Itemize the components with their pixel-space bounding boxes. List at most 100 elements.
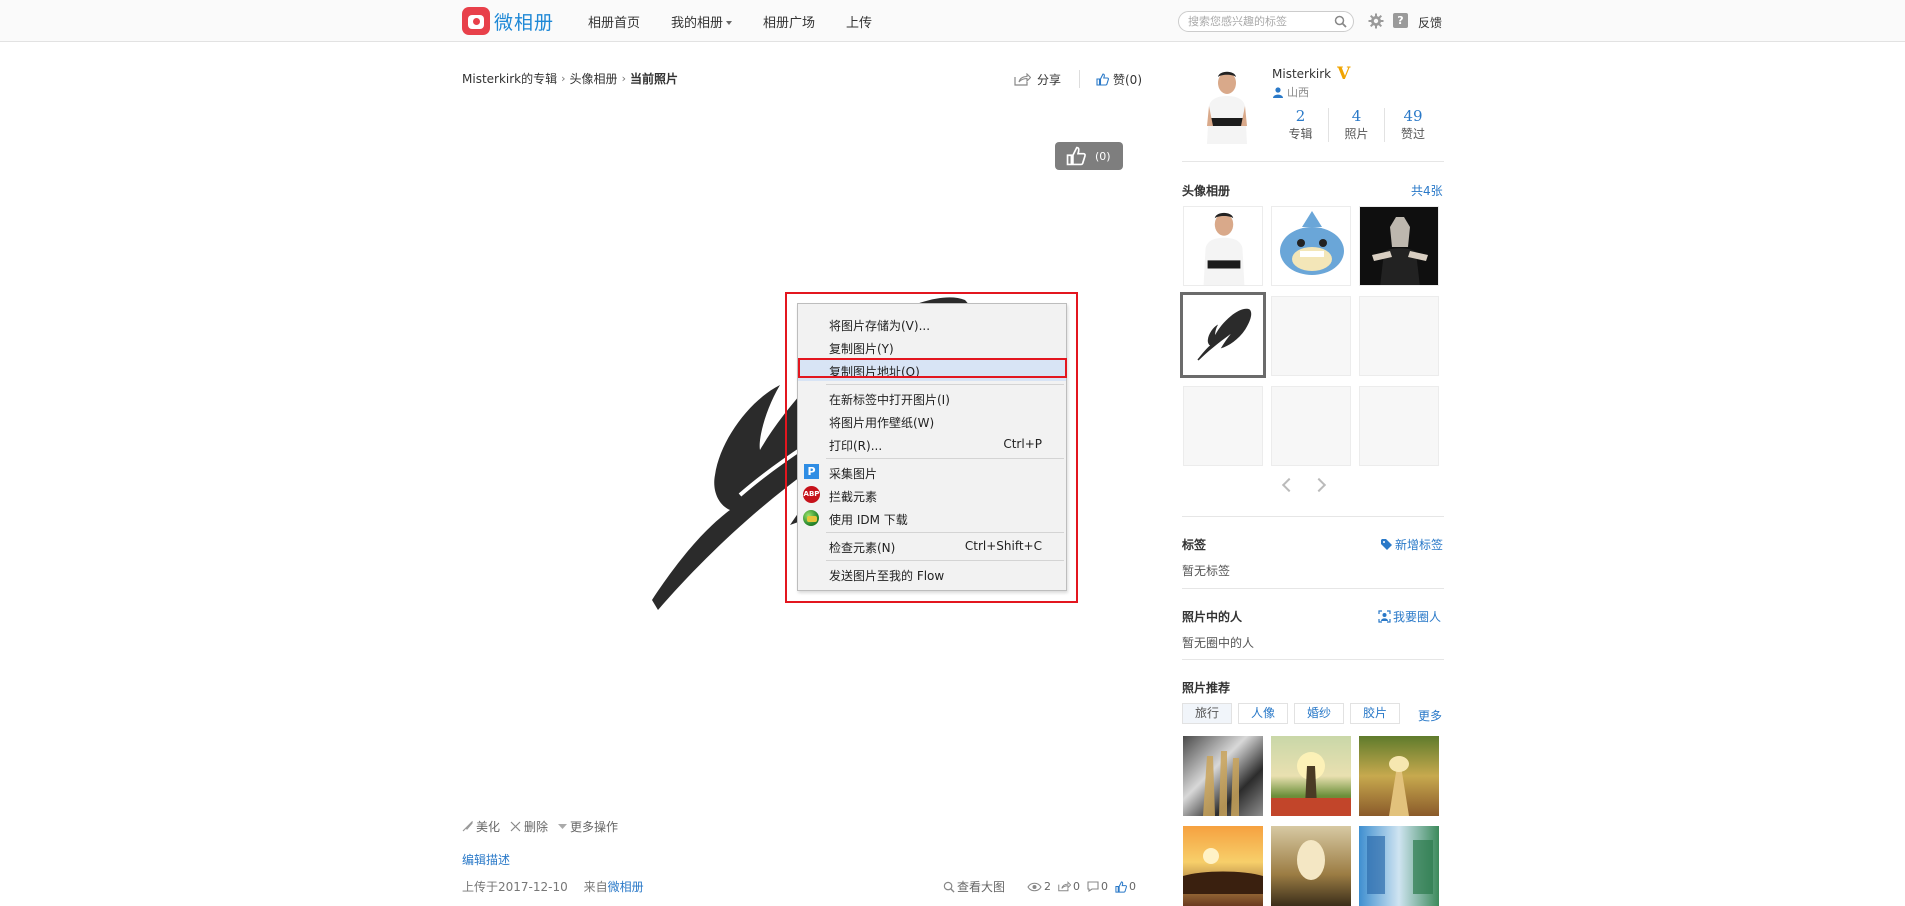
profile-name-row: Misterkirk V xyxy=(1272,66,1350,83)
ctx-separator xyxy=(826,384,1064,385)
hands-photo-image xyxy=(1203,751,1239,816)
stat-liked[interactable]: 49 赞过 xyxy=(1385,108,1441,142)
help-icon[interactable]: ? xyxy=(1393,13,1408,28)
breadcrumb-album[interactable]: 头像相册 xyxy=(570,70,618,87)
profile-username[interactable]: Misterkirk xyxy=(1272,67,1331,81)
add-tag-link[interactable]: 新增标签 xyxy=(1381,536,1443,553)
recommend-section-title: 照片推荐 xyxy=(1182,681,1231,695)
tunnel-photo-image xyxy=(1297,840,1325,880)
tab-portrait[interactable]: 人像 xyxy=(1238,703,1289,724)
ctx-label: 拦截元素 xyxy=(829,490,878,504)
source-prefix: 来自 xyxy=(583,880,608,894)
tab-travel[interactable]: 旅行 xyxy=(1182,703,1233,724)
floating-like-button[interactable]: (0) xyxy=(1055,142,1123,170)
tag-people-link[interactable]: 我要圈人 xyxy=(1378,608,1441,625)
location-text: 山西 xyxy=(1287,86,1309,99)
share-icon xyxy=(1014,73,1031,86)
album-count-link[interactable]: 共4张 xyxy=(1411,182,1443,199)
chevron-left-icon[interactable] xyxy=(1281,477,1297,493)
tab-film[interactable]: 胶片 xyxy=(1350,703,1401,724)
avatar[interactable] xyxy=(1197,66,1257,144)
thumbs-up-icon xyxy=(1096,73,1109,86)
views-count: 2 xyxy=(1044,880,1052,893)
album-thumb-empty xyxy=(1183,386,1263,466)
caret-down-icon xyxy=(558,824,568,829)
view-large-button[interactable]: 查看大图 xyxy=(943,878,1005,895)
stat-label: 赞过 xyxy=(1400,127,1425,141)
ctx-label: 采集图片 xyxy=(829,467,878,481)
ctx-print[interactable]: 打印(R)... Ctrl+P xyxy=(798,433,1066,455)
delete-button[interactable]: 删除 xyxy=(510,818,548,835)
tag-people-label: 我要圈人 xyxy=(1393,610,1442,624)
breadcrumb-user-albums[interactable]: Misterkirk的专辑 xyxy=(462,70,557,87)
source-link[interactable]: 微相册 xyxy=(608,880,644,894)
shark-thumb-image xyxy=(1280,211,1344,275)
ctx-set-as-wallpaper[interactable]: 将图片用作壁纸(W) xyxy=(798,410,1066,432)
ctx-block-element[interactable]: ABP 拦截元素 xyxy=(798,484,1066,506)
album-thumb[interactable] xyxy=(1271,206,1351,286)
tag-icon xyxy=(1381,539,1392,550)
ctx-separator xyxy=(826,560,1064,561)
nav-my-albums[interactable]: 我的相册 xyxy=(671,12,733,31)
recommend-photo[interactable] xyxy=(1271,736,1351,816)
shares-count: 0 xyxy=(1073,880,1081,893)
ctx-label: 使用 IDM 下载 xyxy=(829,513,908,527)
ctx-idm-download[interactable]: 使用 IDM 下载 xyxy=(798,507,1066,529)
top-nav-bar: 微相册 相册首页 我的相册 相册广场 上传 ? 反馈 xyxy=(0,0,1905,42)
stat-albums[interactable]: 2 专辑 xyxy=(1273,108,1329,142)
recommend-tabs: 旅行 人像 婚纱 胶片 xyxy=(1182,703,1406,724)
gear-icon[interactable] xyxy=(1368,13,1384,29)
recommend-photo[interactable] xyxy=(1359,826,1439,906)
recommend-photo[interactable] xyxy=(1271,826,1351,906)
album-thumb[interactable] xyxy=(1183,206,1263,286)
shares-stat: 0 xyxy=(1058,880,1080,893)
search-icon[interactable] xyxy=(1334,15,1347,28)
recommend-more-link[interactable]: 更多 xyxy=(1418,707,1442,724)
ctx-open-in-new-tab[interactable]: 在新标签中打开图片(I) xyxy=(798,387,1066,409)
upload-date: 上传于2017-12-10 xyxy=(462,880,568,894)
album-thumb[interactable] xyxy=(1359,206,1439,286)
idm-icon xyxy=(803,510,819,526)
floating-like-count: (0) xyxy=(1095,149,1111,163)
recommend-photo[interactable] xyxy=(1183,736,1263,816)
view-large-label: 查看大图 xyxy=(957,880,1006,894)
people-empty-text: 暂无圈中的人 xyxy=(1182,636,1255,650)
more-actions-button[interactable]: 更多操作 xyxy=(558,818,618,835)
recommend-photo[interactable] xyxy=(1359,736,1439,816)
album-thumb-current[interactable] xyxy=(1180,292,1266,378)
tree-road-photo-image xyxy=(1389,756,1409,816)
nav-album-home[interactable]: 相册首页 xyxy=(588,12,640,31)
recommend-photo[interactable] xyxy=(1183,826,1263,906)
close-icon xyxy=(510,821,521,832)
breadcrumb-separator: › xyxy=(561,72,566,85)
nav-album-plaza[interactable]: 相册广场 xyxy=(763,12,815,31)
ctx-save-image-as[interactable]: 将图片存储为(V)... xyxy=(798,313,1066,335)
ctx-label: 打印(R)... xyxy=(829,439,883,453)
brush-icon xyxy=(462,821,473,832)
ctx-send-to-flow[interactable]: 发送图片至我的 Flow xyxy=(798,563,1066,585)
statue-photo-image xyxy=(1271,752,1351,816)
album-thumb-empty xyxy=(1271,386,1351,466)
stat-photos[interactable]: 4 照片 xyxy=(1329,108,1385,142)
beautify-button[interactable]: 美化 xyxy=(462,818,500,835)
adblock-plus-icon: ABP xyxy=(803,486,820,503)
search-input[interactable] xyxy=(1179,12,1329,31)
camera-logo-icon xyxy=(462,7,490,35)
site-logo[interactable]: 微相册 xyxy=(462,6,554,36)
ctx-collect-image[interactable]: P 采集图片 xyxy=(798,461,1066,483)
nav-upload[interactable]: 上传 xyxy=(846,12,872,31)
like-button[interactable]: 赞(0) xyxy=(1096,71,1142,88)
share-button[interactable]: 分享 xyxy=(1014,71,1061,88)
ctx-shortcut: Ctrl+Shift+C xyxy=(964,539,1042,553)
comment-icon xyxy=(1087,881,1099,892)
ctx-separator xyxy=(826,532,1064,533)
user-icon xyxy=(1273,86,1283,98)
feedback-link[interactable]: 反馈 xyxy=(1418,14,1442,31)
edit-description-link[interactable]: 编辑描述 xyxy=(462,851,510,868)
chevron-right-icon[interactable] xyxy=(1311,477,1327,493)
tags-section-title: 标签 xyxy=(1182,538,1207,552)
context-menu: 将图片存储为(V)... 复制图片(Y) 复制图片地址(O) 在新标签中打开图片… xyxy=(797,303,1067,591)
ctx-copy-image[interactable]: 复制图片(Y) xyxy=(798,336,1066,358)
ctx-inspect-element[interactable]: 检查元素(N) Ctrl+Shift+C xyxy=(798,535,1066,557)
tab-wedding[interactable]: 婚纱 xyxy=(1294,703,1345,724)
